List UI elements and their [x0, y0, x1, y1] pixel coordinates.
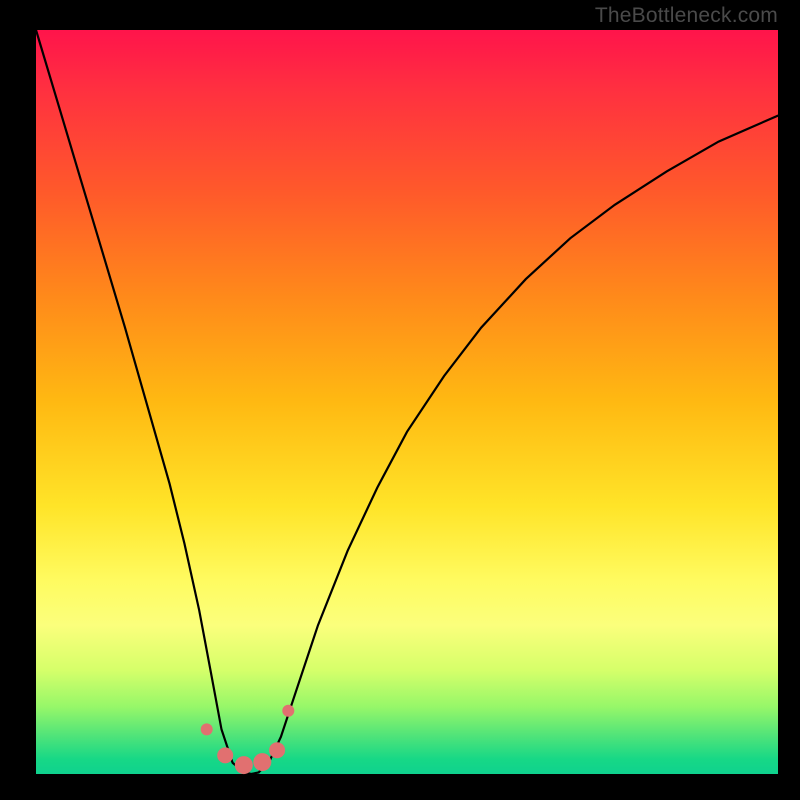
chart-svg	[0, 0, 800, 800]
marker-dot	[235, 756, 253, 774]
marker-dot	[282, 705, 294, 717]
marker-dot	[269, 742, 285, 758]
marker-dot	[217, 747, 233, 763]
marker-dot	[201, 723, 213, 735]
watermark-text: TheBottleneck.com	[595, 4, 778, 28]
bottleneck-curve	[36, 30, 778, 774]
chart-stage: TheBottleneck.com	[0, 0, 800, 800]
marker-dot	[253, 753, 271, 771]
